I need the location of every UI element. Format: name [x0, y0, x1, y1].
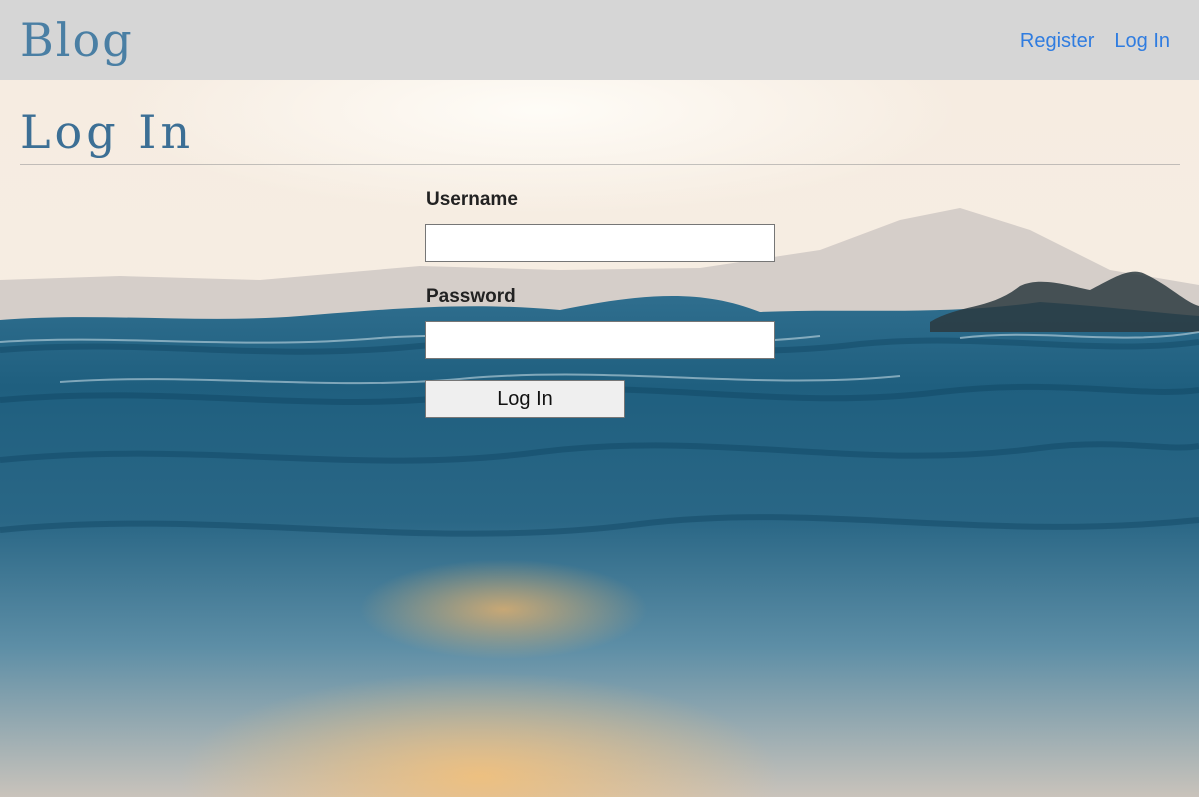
nav-links: Register Log In [1020, 28, 1170, 54]
register-link[interactable]: Register [1020, 28, 1094, 54]
password-input[interactable] [425, 321, 775, 359]
password-label: Password [426, 286, 516, 307]
login-submit-button[interactable]: Log In [425, 380, 625, 418]
navbar: Blog Register Log In [0, 0, 1199, 80]
username-label: Username [426, 189, 518, 210]
login-link[interactable]: Log In [1114, 28, 1170, 54]
username-input[interactable] [425, 224, 775, 262]
hero-section: Log In Username Password Log In [0, 80, 1199, 797]
title-divider [20, 164, 1180, 165]
brand-link[interactable]: Blog [20, 10, 134, 70]
page-title: Log In [20, 105, 195, 159]
login-form: Username Password Log In [425, 188, 777, 418]
